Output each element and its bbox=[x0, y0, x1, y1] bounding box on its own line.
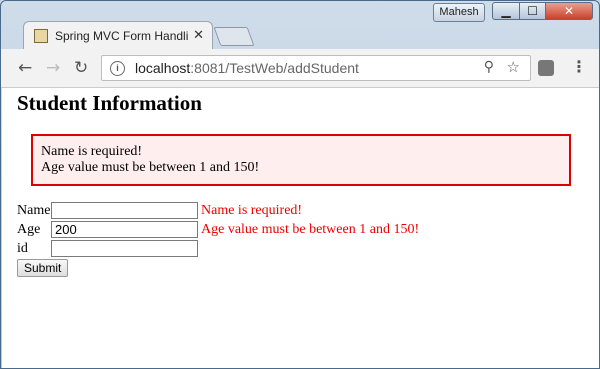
name-error: Name is required! bbox=[201, 203, 303, 218]
name-input[interactable] bbox=[51, 202, 198, 219]
browser-window: Spring MVC Form Handli ✕ Mahesh ▁ ☐ ✕ ← … bbox=[0, 0, 600, 369]
url-host: localhost bbox=[135, 60, 191, 76]
error-summary-line: Age value must be between 1 and 150! bbox=[41, 160, 260, 175]
url-path: :8081/TestWeb/addStudent bbox=[190, 60, 359, 76]
back-arrow-icon[interactable]: ← bbox=[18, 58, 32, 78]
id-input[interactable] bbox=[51, 240, 198, 257]
profile-button[interactable]: Mahesh bbox=[433, 3, 485, 22]
reload-icon[interactable]: ↻ bbox=[74, 58, 88, 78]
page-title: Student Information bbox=[17, 91, 202, 115]
menu-icon[interactable]: ⋮ bbox=[571, 57, 587, 76]
error-summary-line: Name is required! bbox=[41, 144, 143, 159]
name-label: Name bbox=[17, 203, 51, 218]
browser-toolbar: ← → ↻ i localhost:8081/TestWeb/addStuden… bbox=[1, 49, 599, 88]
error-summary: Name is required! Age value must be betw… bbox=[31, 134, 571, 186]
forward-arrow-icon[interactable]: → bbox=[46, 58, 60, 78]
address-bar[interactable]: i localhost:8081/TestWeb/addStudent ⚲ ☆ bbox=[101, 55, 531, 81]
tab-active[interactable]: Spring MVC Form Handli ✕ bbox=[23, 21, 213, 49]
url-text: localhost:8081/TestWeb/addStudent bbox=[135, 60, 359, 76]
age-error: Age value must be between 1 and 150! bbox=[201, 222, 420, 237]
close-window-button[interactable]: ✕ bbox=[545, 2, 593, 20]
zoom-icon[interactable]: ⚲ bbox=[484, 59, 494, 75]
favicon-icon bbox=[34, 28, 48, 43]
minimize-button[interactable]: ▁ bbox=[492, 2, 520, 20]
age-input[interactable]: 200 bbox=[51, 221, 198, 238]
id-label: id bbox=[17, 241, 28, 256]
extension-icon[interactable] bbox=[538, 60, 554, 76]
maximize-button[interactable]: ☐ bbox=[519, 2, 546, 20]
tab-title: Spring MVC Form Handli bbox=[55, 28, 189, 43]
submit-button[interactable]: Submit bbox=[17, 259, 69, 277]
bookmark-star-icon[interactable]: ☆ bbox=[507, 58, 520, 76]
info-icon[interactable]: i bbox=[110, 60, 125, 76]
page-content: Student Information Name is required! Ag… bbox=[2, 88, 599, 368]
tab-close-icon[interactable]: ✕ bbox=[193, 28, 204, 43]
new-tab-button[interactable] bbox=[213, 27, 255, 46]
title-bar: Spring MVC Form Handli ✕ Mahesh ▁ ☐ ✕ bbox=[1, 1, 599, 51]
age-label: Age bbox=[17, 222, 41, 237]
